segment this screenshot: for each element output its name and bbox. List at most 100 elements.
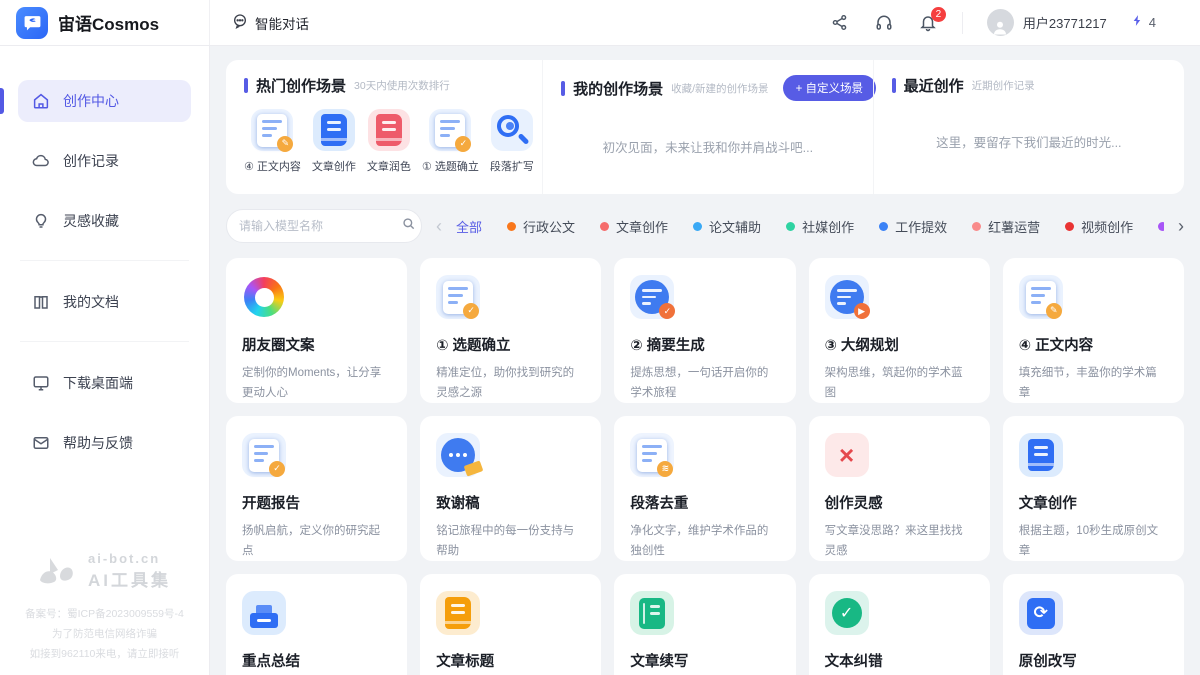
hot-scene-item[interactable]: ✎④ 正文内容 — [244, 109, 301, 174]
card-title: 朋友圈文案 — [242, 334, 391, 355]
model-card[interactable]: 朋友圈文案定制你的Moments，让分享更动人心 — [226, 258, 407, 403]
category-tab-7[interactable]: 视频创作 — [1065, 217, 1133, 236]
sidebar-item-1[interactable]: 创作记录 — [18, 140, 191, 182]
document-icon — [32, 293, 50, 311]
notification-badge: 2 — [931, 7, 946, 22]
card-title: 致谢稿 — [436, 492, 585, 513]
card-title: 文章创作 — [1019, 492, 1168, 513]
model-card[interactable]: ✓① 选题确立精准定位，助你找到研究的灵感之源 — [420, 258, 601, 403]
notification-bell-icon[interactable]: 2 — [918, 13, 938, 33]
card-title: 文章续写 — [630, 650, 779, 671]
hot-scene-item[interactable]: 段落扩写 — [490, 109, 534, 174]
body-content-icon: ✎ — [1019, 275, 1063, 319]
model-card[interactable]: ▶③ 大纲规划架构思维，筑起你的学术蓝图 — [809, 258, 990, 403]
thanks-chat-icon — [436, 433, 480, 477]
brand: 宙语Cosmos — [0, 0, 210, 45]
model-card[interactable]: ≋段落去重净化文字，维护学术作品的独创性 — [614, 416, 795, 561]
hot-scene-label: 文章润色 — [367, 158, 411, 174]
sidebar-item-5[interactable]: 帮助与反馈 — [18, 422, 191, 464]
sidebar-item-2[interactable]: 灵感收藏 — [18, 200, 191, 242]
hot-scene-item[interactable]: 文章创作 — [312, 109, 356, 174]
card-description: 扬帆启航，定义你的研究起点 — [242, 522, 391, 561]
category-dot-icon — [879, 222, 888, 231]
model-card[interactable]: 致谢稿铭记旅程中的每一份支持与帮助 — [420, 416, 601, 561]
avatar — [987, 9, 1014, 36]
category-tab-label: 工作提效 — [895, 217, 947, 236]
model-card[interactable]: ×创作灵感写文章没思路？来这里找找灵感 — [809, 416, 990, 561]
card-description: 净化文字，维护学术作品的独创性 — [630, 522, 779, 561]
section-accent-bar — [892, 78, 896, 93]
energy-counter[interactable]: 4 — [1131, 13, 1156, 33]
model-card[interactable]: 文章标题根据主题及文章内容，生成标题 — [420, 574, 601, 675]
category-tab-6[interactable]: 红薯运营 — [972, 217, 1040, 236]
category-tab-2[interactable]: 文章创作 — [600, 217, 668, 236]
home-icon — [32, 92, 50, 110]
my-scenes-empty-text: 初次见面，未来让我和你并肩战斗吧... — [561, 137, 855, 156]
topic-checklist-icon: ✓ — [429, 109, 471, 151]
tab-smart-chat[interactable]: 智能对话 — [232, 13, 309, 33]
model-card[interactable]: ✓② 摘要生成提炼思想，一句话开启你的学术旅程 — [614, 258, 795, 403]
section-accent-bar — [244, 78, 248, 93]
filter-bar: ‹ 全部行政公文文章创作论文辅助社媒创作工作提效红薯运营视频创作商业营销生 › — [226, 208, 1184, 244]
model-card[interactable]: ✓开题报告扬帆启航，定义你的研究起点 — [226, 416, 407, 561]
user-menu[interactable]: 用户23771217 — [987, 9, 1107, 36]
category-tab-8[interactable]: 商业营销 — [1158, 217, 1164, 236]
chevron-left-icon[interactable]: ‹ — [436, 217, 442, 235]
category-tab-3[interactable]: 论文辅助 — [693, 217, 761, 236]
summary-doc-icon: ✓ — [630, 275, 674, 319]
sidebar-item-0[interactable]: 创作中心 — [18, 80, 191, 122]
sidebar-item-3[interactable]: 我的文档 — [18, 281, 191, 323]
model-card[interactable]: 文章创作根据主题，10秒生成原创文章 — [1003, 416, 1184, 561]
sidebar-divider — [20, 341, 189, 342]
rewrite-refresh-icon: ⟳ — [1019, 591, 1063, 635]
title-book-icon — [436, 591, 480, 635]
my-scenes-section: 我的创作场景 收藏/新建的创作场景 + 自定义场景 初次见面，未来让我和你并肩战… — [542, 60, 873, 194]
share-icon[interactable] — [830, 13, 850, 33]
watermark-line: 为了防范电信网络诈骗 — [0, 625, 209, 645]
watermark-line: 备案号：蜀ICP备2023009559号-4 — [0, 605, 209, 625]
lightning-icon — [1131, 13, 1144, 33]
model-card[interactable]: 文章续写延续风格续写文章 — [614, 574, 795, 675]
card-title: 创作灵感 — [825, 492, 974, 513]
category-tab-1[interactable]: 行政公文 — [507, 217, 575, 236]
search-icon[interactable] — [402, 217, 416, 236]
sidebar-item-4[interactable]: 下载桌面端 — [18, 362, 191, 404]
category-tab-4[interactable]: 社媒创作 — [786, 217, 854, 236]
watermark: ai-bot.cn AI工具集 备案号：蜀ICP备2023009559号-4为了… — [0, 551, 209, 675]
model-card[interactable]: ⟳原创改写主题不变，智能改写文章 — [1003, 574, 1184, 675]
category-dot-icon — [972, 222, 981, 231]
hot-scene-label: ① 选题确立 — [422, 158, 479, 174]
chevron-right-icon[interactable]: › — [1178, 217, 1184, 235]
watermark-domain: ai-bot.cn — [88, 551, 171, 566]
category-tab-0[interactable]: 全部 — [456, 217, 482, 236]
mail-icon — [32, 434, 50, 452]
hot-scene-item[interactable]: 文章润色 — [367, 109, 411, 174]
continue-notebook-icon — [630, 591, 674, 635]
sidebar: 创作中心创作记录灵感收藏我的文档下载桌面端帮助与反馈 ai-bot.cn AI工… — [0, 46, 210, 675]
hot-scenes-title: 热门创作场景 — [256, 75, 346, 96]
hot-scene-label: 段落扩写 — [490, 158, 534, 174]
search-input[interactable] — [239, 219, 394, 233]
model-card[interactable]: ✓文本纠错智能修正错别字，纠正语法 — [809, 574, 990, 675]
headphones-icon[interactable] — [874, 13, 894, 33]
card-title: 重点总结 — [242, 650, 391, 671]
article-book-icon — [1019, 433, 1063, 477]
custom-scene-button[interactable]: + 自定义场景 — [783, 75, 876, 101]
hot-scene-item[interactable]: ✓ ① 选题确立 — [422, 109, 479, 174]
model-card[interactable]: ✎④ 正文内容填充细节，丰盈你的学术篇章 — [1003, 258, 1184, 403]
card-title: ③ 大纲规划 — [825, 334, 974, 355]
proposal-doc-icon: ✓ — [242, 433, 286, 477]
app-title: 宙语Cosmos — [58, 10, 159, 35]
sidebar-item-label: 创作中心 — [63, 91, 119, 111]
divider — [962, 12, 963, 34]
sidebar-item-label: 灵感收藏 — [63, 211, 119, 231]
model-card[interactable]: 重点总结文章重点内容总结 — [226, 574, 407, 675]
model-search[interactable] — [226, 209, 422, 243]
recent-creations-section: 最近创作 近期创作记录 这里，要留存下我们最近的时光... — [873, 60, 1184, 194]
chat-bubble-icon — [232, 13, 248, 32]
card-title: 文章标题 — [436, 650, 585, 671]
hot-scenes-section: 热门创作场景 30天内使用次数排行 ✎④ 正文内容文章创作文章润色✓① 选题确立… — [226, 60, 542, 194]
cloud-icon — [32, 152, 50, 170]
category-tab-5[interactable]: 工作提效 — [879, 217, 947, 236]
sidebar-item-label: 帮助与反馈 — [63, 433, 133, 453]
